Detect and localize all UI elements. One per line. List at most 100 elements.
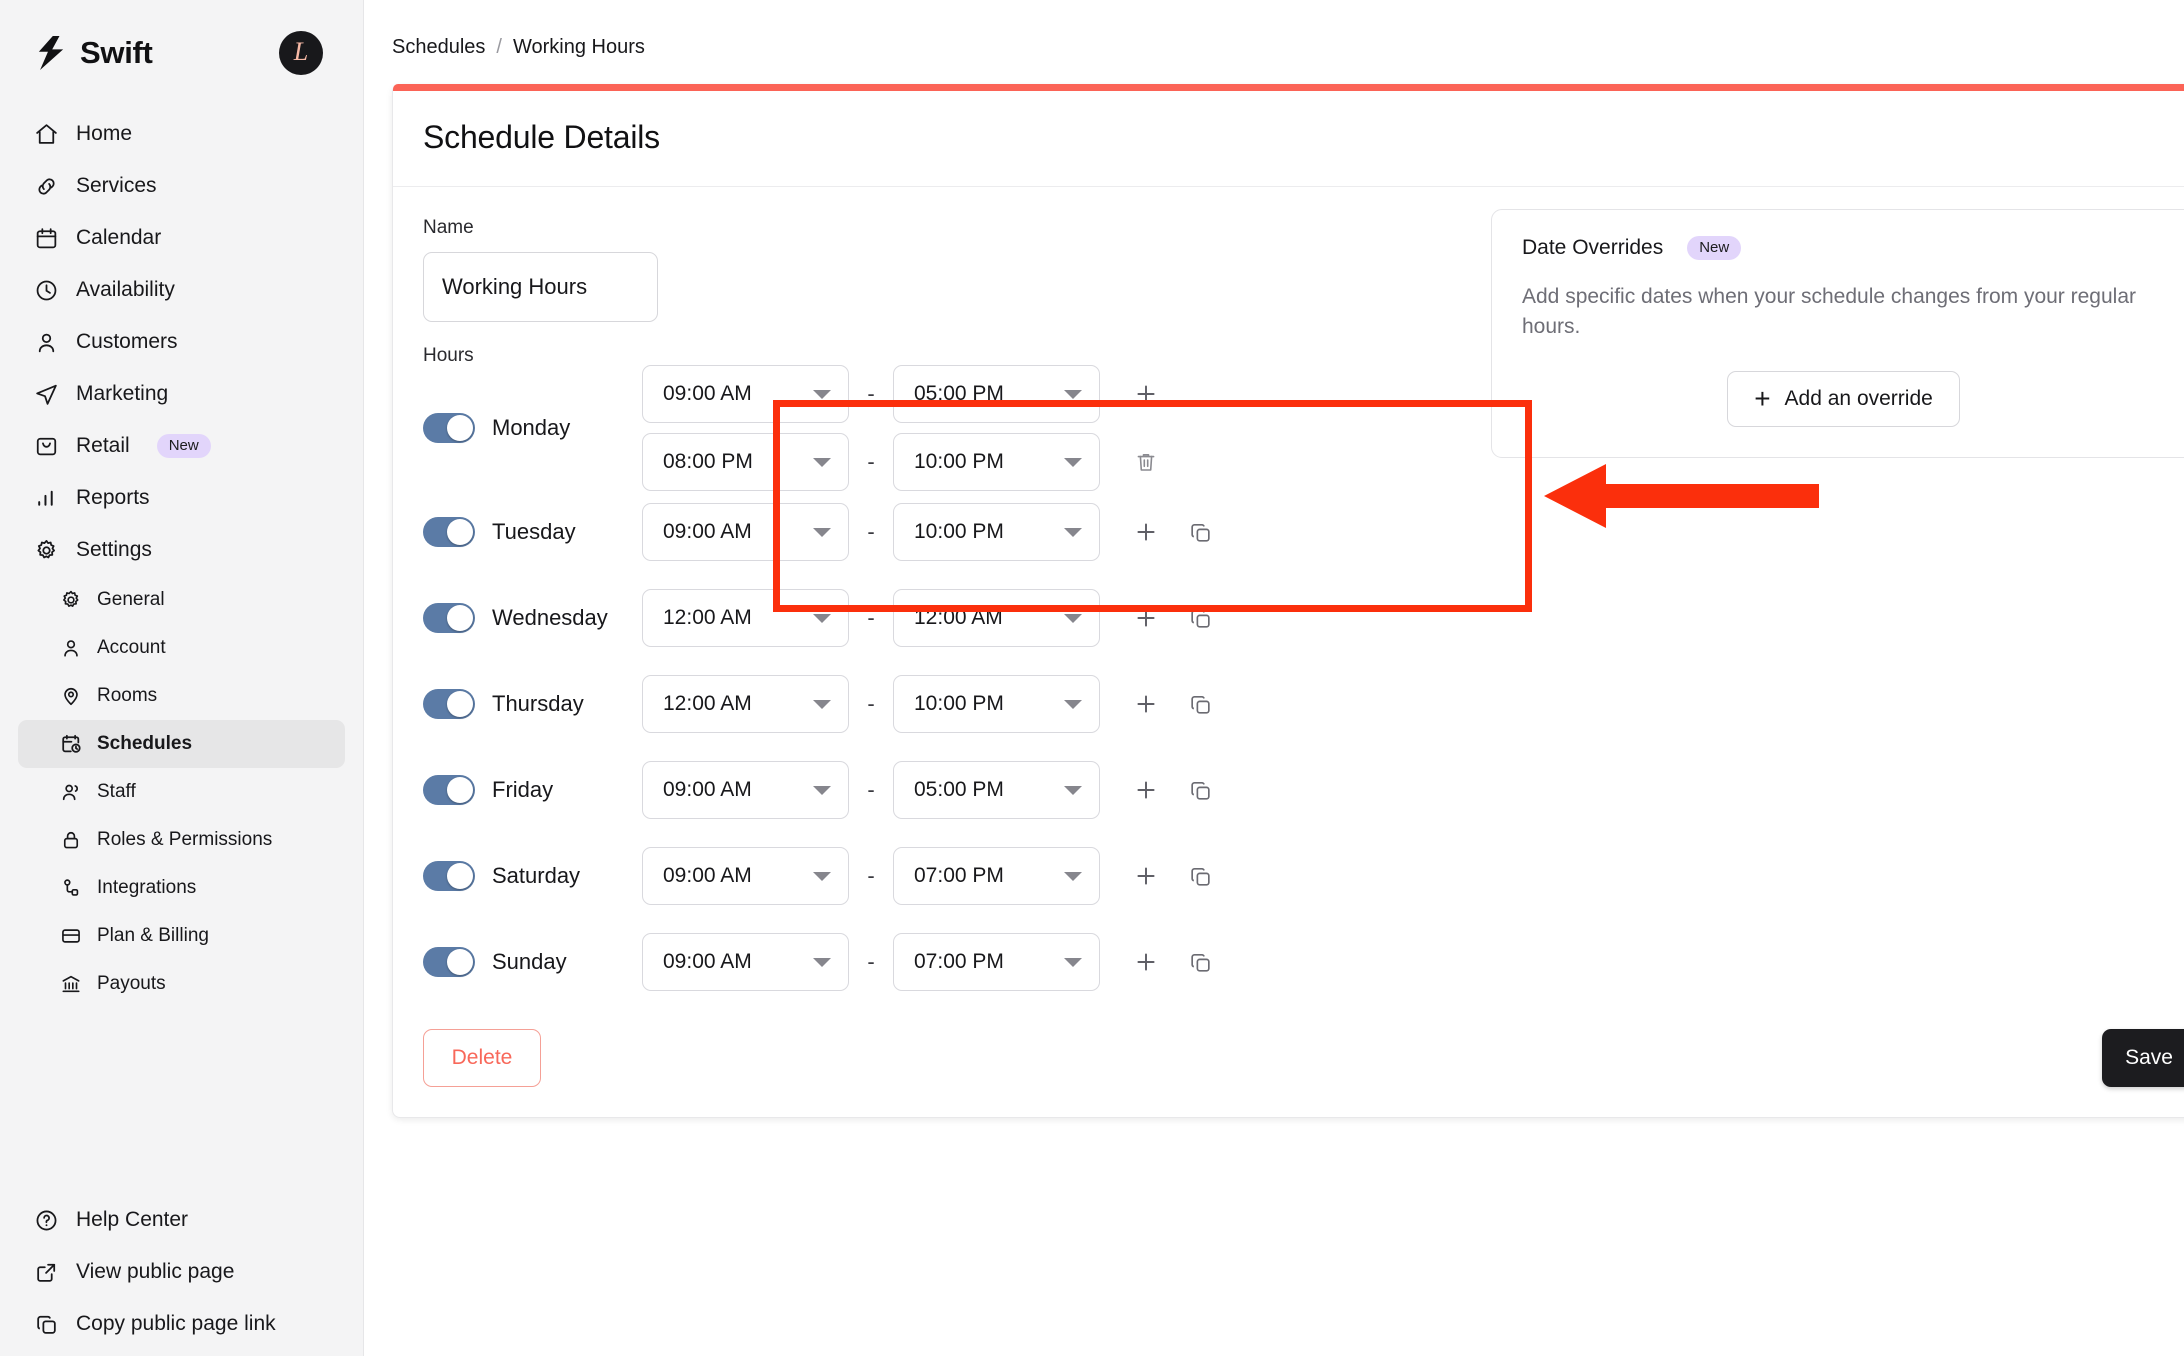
sidebar-item-rooms[interactable]: Rooms <box>18 672 345 720</box>
start-time-select[interactable]: 12:00 AM <box>642 589 849 647</box>
add-time-slot-button-monday[interactable] <box>1126 374 1166 414</box>
save-button[interactable]: Save <box>2102 1029 2184 1087</box>
credit-card-icon <box>60 925 82 947</box>
end-time-select[interactable]: 07:00 PM <box>893 933 1100 991</box>
start-time-select[interactable]: 09:00 AM <box>642 761 849 819</box>
time-slots-monday: 09:00 AM - 05:00 PM <box>642 365 1100 491</box>
start-time-select[interactable]: 09:00 AM <box>642 933 849 991</box>
day-toggle-tuesday[interactable] <box>423 517 475 547</box>
add-time-slot-button-sunday[interactable] <box>1126 942 1166 982</box>
add-time-slot-button-wednesday[interactable] <box>1126 598 1166 638</box>
start-time-select[interactable]: 12:00 AM <box>642 675 849 733</box>
end-time-select[interactable]: 10:00 PM <box>893 503 1100 561</box>
start-time-select[interactable]: 09:00 AM <box>642 847 849 905</box>
end-time-select[interactable]: 05:00 PM <box>893 761 1100 819</box>
date-overrides-title: Date Overrides <box>1522 236 1663 260</box>
time-range-dash: - <box>849 777 893 803</box>
schedule-details-card: Schedule Details Name Date Overrides New… <box>392 84 2184 1118</box>
add-time-slot-button-tuesday[interactable] <box>1126 512 1166 552</box>
add-time-slot-button-thursday[interactable] <box>1126 684 1166 724</box>
row-actions-monday <box>1126 365 1166 491</box>
time-slots-wednesday: 12:00 AM - 12:00 AM <box>642 589 1100 647</box>
calendar-clock-icon <box>60 733 82 755</box>
start-time-select[interactable]: 09:00 AM <box>642 503 849 561</box>
end-time-select[interactable]: 10:00 PM <box>893 433 1100 491</box>
sidebar-item-services[interactable]: Services <box>18 160 345 212</box>
end-time-select[interactable]: 05:00 PM <box>893 365 1100 423</box>
secondary-nav: Help Center View public page Copy public… <box>0 1194 363 1356</box>
sidebar-item-roles-permissions[interactable]: Roles & Permissions <box>18 816 345 864</box>
breadcrumb: Schedules / Working Hours <box>364 0 2184 59</box>
delete-button[interactable]: Delete <box>423 1029 541 1087</box>
end-time-value: 07:00 PM <box>914 864 1004 888</box>
brand[interactable]: Swift <box>36 35 153 71</box>
add-override-button[interactable]: + Add an override <box>1727 371 1960 427</box>
avatar[interactable]: L <box>279 31 323 75</box>
breadcrumb-schedules[interactable]: Schedules <box>392 36 485 59</box>
sidebar-item-calendar[interactable]: Calendar <box>18 212 345 264</box>
sidebar-item-reports[interactable]: Reports <box>18 472 345 524</box>
card-accent-bar <box>393 84 2184 91</box>
sidebar-item-customers[interactable]: Customers <box>18 316 345 368</box>
day-toggle-thursday[interactable] <box>423 689 475 719</box>
copy-times-button-wednesday[interactable] <box>1180 598 1220 638</box>
sidebar-item-label: Reports <box>76 486 150 510</box>
day-toggle-monday[interactable] <box>423 413 475 443</box>
day-toggle-sunday[interactable] <box>423 947 475 977</box>
sidebar-item-plan-billing[interactable]: Plan & Billing <box>18 912 345 960</box>
sidebar-item-retail[interactable]: Retail New <box>18 420 345 472</box>
day-toggle-friday[interactable] <box>423 775 475 805</box>
copy-times-button-saturday[interactable] <box>1180 856 1220 896</box>
chevron-down-icon <box>813 458 831 467</box>
sidebar-item-availability[interactable]: Availability <box>18 264 345 316</box>
day-toggle-saturday[interactable] <box>423 861 475 891</box>
day-toggle-wednesday[interactable] <box>423 603 475 633</box>
add-time-slot-button-saturday[interactable] <box>1126 856 1166 896</box>
sidebar-item-label: Retail <box>76 434 130 458</box>
time-slots-tuesday: 09:00 AM - 10:00 PM <box>642 503 1100 561</box>
sidebar-item-help-center[interactable]: Help Center <box>18 1194 345 1246</box>
sidebar-item-marketing[interactable]: Marketing <box>18 368 345 420</box>
sidebar-item-label: Availability <box>76 278 175 302</box>
sidebar-item-view-public-page[interactable]: View public page <box>18 1246 345 1298</box>
sidebar-item-label: General <box>97 589 165 611</box>
sidebar-item-label: Customers <box>76 330 178 354</box>
end-time-select[interactable]: 10:00 PM <box>893 675 1100 733</box>
sidebar-item-general[interactable]: General <box>18 576 345 624</box>
day-label: Thursday <box>492 691 642 717</box>
chevron-down-icon <box>1064 528 1082 537</box>
end-time-select[interactable]: 12:00 AM <box>893 589 1100 647</box>
plus-icon: + <box>1754 385 1770 413</box>
sidebar-item-home[interactable]: Home <box>18 108 345 160</box>
breadcrumb-current: Working Hours <box>513 36 645 59</box>
sidebar-item-schedules[interactable]: Schedules <box>18 720 345 768</box>
schedule-name-input[interactable] <box>423 252 658 322</box>
hours-label: Hours <box>423 345 1220 367</box>
start-time-select[interactable]: 09:00 AM <box>642 365 849 423</box>
sidebar: Swift L Home Services Calendar Availabil… <box>0 0 364 1356</box>
time-slots-saturday: 09:00 AM - 07:00 PM <box>642 847 1100 905</box>
day-row-friday: Friday 09:00 AM - 05:00 PM <box>423 747 1220 833</box>
sidebar-item-settings[interactable]: Settings <box>18 524 345 576</box>
sidebar-item-staff[interactable]: Staff <box>18 768 345 816</box>
copy-times-button-tuesday[interactable] <box>1180 512 1220 552</box>
sidebar-item-payouts[interactable]: Payouts <box>18 960 345 1008</box>
start-time-select[interactable]: 08:00 PM <box>642 433 849 491</box>
add-time-slot-button-friday[interactable] <box>1126 770 1166 810</box>
delete-time-slot-button-monday[interactable] <box>1126 442 1166 482</box>
sidebar-item-copy-public-page-link[interactable]: Copy public page link <box>18 1298 345 1350</box>
copy-times-button-thursday[interactable] <box>1180 684 1220 724</box>
row-actions-saturday <box>1126 847 1220 905</box>
primary-nav: Home Services Calendar Availability Cust… <box>0 108 363 1008</box>
bank-icon <box>60 973 82 995</box>
copy-times-button-friday[interactable] <box>1180 770 1220 810</box>
copy-times-button-sunday[interactable] <box>1180 942 1220 982</box>
time-range-dash: - <box>849 691 893 717</box>
time-range-dash: - <box>849 605 893 631</box>
end-time-select[interactable]: 07:00 PM <box>893 847 1100 905</box>
time-slots-thursday: 12:00 AM - 10:00 PM <box>642 675 1100 733</box>
spacer <box>1126 423 1166 433</box>
sidebar-item-account[interactable]: Account <box>18 624 345 672</box>
day-label: Sunday <box>492 949 642 975</box>
sidebar-item-integrations[interactable]: Integrations <box>18 864 345 912</box>
